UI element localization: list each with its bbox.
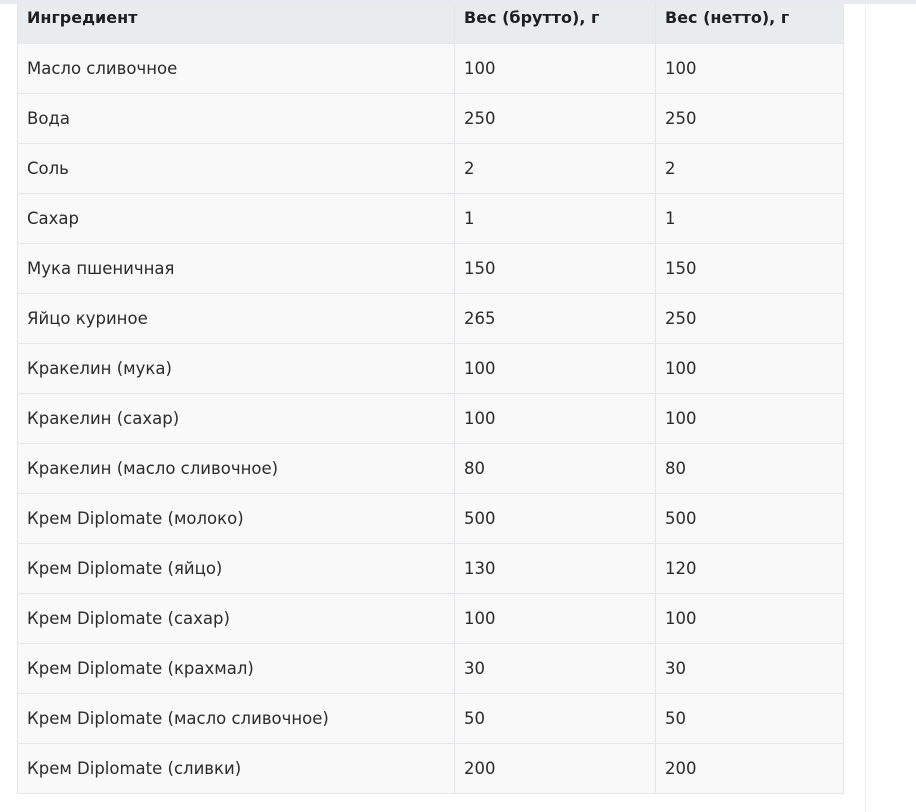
column-header-gross-weight: Вес (брутто), г: [454, 0, 656, 44]
cell-ingredient: Крем Diplomate (крахмал): [17, 642, 455, 694]
cell-gross-weight: 100: [454, 392, 656, 444]
table-row: Вода 250 250: [17, 92, 844, 144]
cell-net-weight: 250: [655, 292, 844, 344]
table-body: Масло сливочное 100 100 Вода 250 250 Соль 2 2 Сах…: [17, 42, 844, 794]
table-header: Ингредиент Вес (брутто), г Вес (нетто), …: [17, 0, 844, 44]
cell-net-weight: 1: [655, 192, 844, 244]
cell-gross-weight: 200: [454, 742, 656, 794]
table-row: Масло сливочное 100 100: [17, 42, 844, 94]
top-strip: [0, 0, 916, 4]
cell-net-weight: 250: [655, 92, 844, 144]
table-row: Сахар 1 1: [17, 192, 844, 244]
table-row: Крем Diplomate (сливки) 200 200: [17, 742, 844, 794]
cell-net-weight: 500: [655, 492, 844, 544]
cell-ingredient: Мука пшеничная: [17, 242, 455, 294]
cell-net-weight: 100: [655, 342, 844, 394]
cell-net-weight: 120: [655, 542, 844, 594]
table-row: Крем Diplomate (масло сливочное) 50 50: [17, 692, 844, 744]
cell-gross-weight: 100: [454, 342, 656, 394]
cell-gross-weight: 50: [454, 692, 656, 744]
cell-ingredient: Яйцо куриное: [17, 292, 455, 344]
cell-ingredient: Крем Diplomate (сливки): [17, 742, 455, 794]
cell-ingredient: Кракелин (масло сливочное): [17, 442, 455, 494]
cell-ingredient: Крем Diplomate (сахар): [17, 592, 455, 644]
cell-net-weight: 100: [655, 42, 844, 94]
cell-ingredient: Крем Diplomate (масло сливочное): [17, 692, 455, 744]
cell-gross-weight: 100: [454, 592, 656, 644]
cell-ingredient: Кракелин (сахар): [17, 392, 455, 444]
cell-net-weight: 200: [655, 742, 844, 794]
ingredients-table: Ингредиент Вес (брутто), г Вес (нетто), …: [17, 0, 844, 794]
cell-gross-weight: 265: [454, 292, 656, 344]
cell-net-weight: 30: [655, 642, 844, 694]
cell-ingredient: Соль: [17, 142, 455, 194]
cell-gross-weight: 1: [454, 192, 656, 244]
cell-gross-weight: 100: [454, 42, 656, 94]
cell-ingredient: Вода: [17, 92, 455, 144]
cell-gross-weight: 130: [454, 542, 656, 594]
cell-gross-weight: 30: [454, 642, 656, 694]
table-row: Крем Diplomate (молоко) 500 500: [17, 492, 844, 544]
cell-ingredient: Масло сливочное: [17, 42, 455, 94]
cell-ingredient: Кракелин (мука): [17, 342, 455, 394]
cell-gross-weight: 80: [454, 442, 656, 494]
cell-net-weight: 150: [655, 242, 844, 294]
table-row: Кракелин (масло сливочное) 80 80: [17, 442, 844, 494]
page: Ингредиент Вес (брутто), г Вес (нетто), …: [0, 0, 916, 812]
cell-ingredient: Крем Diplomate (яйцо): [17, 542, 455, 594]
cell-net-weight: 100: [655, 592, 844, 644]
cell-ingredient: Сахар: [17, 192, 455, 244]
table-row: Кракелин (мука) 100 100: [17, 342, 844, 394]
cell-gross-weight: 150: [454, 242, 656, 294]
cell-net-weight: 100: [655, 392, 844, 444]
cell-net-weight: 2: [655, 142, 844, 194]
cell-net-weight: 80: [655, 442, 844, 494]
column-header-ingredient: Ингредиент: [17, 0, 455, 44]
table-header-row: Ингредиент Вес (брутто), г Вес (нетто), …: [17, 0, 844, 44]
cell-gross-weight: 500: [454, 492, 656, 544]
table-row: Крем Diplomate (крахмал) 30 30: [17, 642, 844, 694]
column-header-net-weight: Вес (нетто), г: [655, 0, 844, 44]
table-row: Крем Diplomate (яйцо) 130 120: [17, 542, 844, 594]
table-row: Яйцо куриное 265 250: [17, 292, 844, 344]
table-row: Соль 2 2: [17, 142, 844, 194]
cell-ingredient: Крем Diplomate (молоко): [17, 492, 455, 544]
cell-gross-weight: 250: [454, 92, 656, 144]
content-panel: Ингредиент Вес (брутто), г Вес (нетто), …: [0, 0, 866, 812]
table-row: Кракелин (сахар) 100 100: [17, 392, 844, 444]
cell-net-weight: 50: [655, 692, 844, 744]
table-row: Мука пшеничная 150 150: [17, 242, 844, 294]
cell-gross-weight: 2: [454, 142, 656, 194]
table-row: Крем Diplomate (сахар) 100 100: [17, 592, 844, 644]
